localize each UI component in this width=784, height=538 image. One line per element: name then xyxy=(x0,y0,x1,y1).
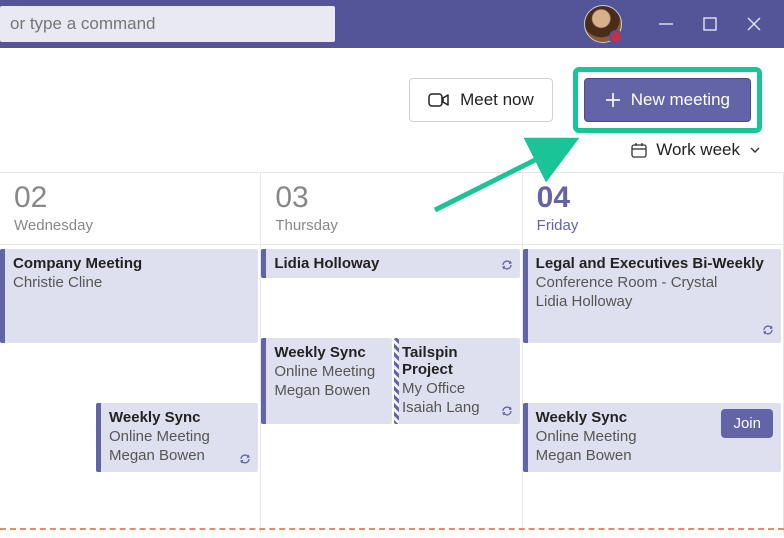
meet-now-label: Meet now xyxy=(460,90,534,110)
event-organizer: Isaiah Lang xyxy=(402,399,512,416)
avatar[interactable] xyxy=(584,5,622,43)
day-name: Wednesday xyxy=(14,217,246,234)
calendar-event[interactable]: Weekly Sync Online Meeting Megan Bowen xyxy=(96,403,258,472)
day-column: 04 Friday Legal and Executives Bi-Weekly Co… xyxy=(523,173,784,533)
plus-icon xyxy=(605,92,621,108)
day-name: Thursday xyxy=(275,217,507,234)
work-week-toggle[interactable]: Work week xyxy=(630,140,762,160)
events-area: Legal and Executives Bi-Weekly Conference… xyxy=(523,245,783,475)
join-button[interactable]: Join xyxy=(721,409,773,438)
events-area: Lidia Holloway Weekly Sync Online Meeting M… xyxy=(261,245,521,427)
event-location: Conference Room - Crystal xyxy=(536,274,773,291)
event-organizer: Lidia Holloway xyxy=(536,293,773,310)
day-header[interactable]: 02 Wednesday xyxy=(0,173,260,245)
recurring-icon xyxy=(500,404,514,418)
event-organizer: Megan Bowen xyxy=(109,447,250,464)
chevron-down-icon xyxy=(748,143,762,157)
presence-busy-icon xyxy=(609,30,623,44)
event-location: My Office xyxy=(402,380,512,397)
work-week-label: Work week xyxy=(656,140,740,160)
calendar-event[interactable]: Legal and Executives Bi-Weekly Conference… xyxy=(523,249,781,343)
day-column: 02 Wednesday Company Meeting Christie Cline… xyxy=(0,173,261,533)
recurring-icon xyxy=(238,452,252,466)
window-maximize-icon[interactable] xyxy=(702,16,718,32)
recurring-icon xyxy=(500,258,514,272)
event-organizer: Megan Bowen xyxy=(274,382,384,399)
calendar-toolbar: Meet now New meeting xyxy=(0,48,784,128)
calendar-event[interactable]: Weekly Sync Online Meeting Megan Bowen xyxy=(261,338,392,424)
events-area: Company Meeting Christie Cline Weekly Sync… xyxy=(0,245,260,475)
calendar-event[interactable]: Weekly SyncOnline MeetingMegan BowenJoin xyxy=(523,403,781,472)
calendar-event[interactable]: Tailspin Project My Office Isaiah Lang xyxy=(394,338,520,424)
day-header[interactable]: 03 Thursday xyxy=(261,173,521,245)
event-location: Online Meeting xyxy=(274,363,384,380)
meet-now-button[interactable]: Meet now xyxy=(409,78,553,122)
event-organizer: Megan Bowen xyxy=(536,447,773,464)
event-title: Weekly Sync xyxy=(274,344,384,361)
event-organizer: Christie Cline xyxy=(13,274,250,291)
window-minimize-icon[interactable] xyxy=(658,16,674,32)
event-title: Lidia Holloway xyxy=(274,255,511,272)
event-title: Company Meeting xyxy=(13,255,250,272)
title-bar xyxy=(0,0,784,48)
new-meeting-button[interactable]: New meeting xyxy=(584,78,751,122)
calendar-icon xyxy=(630,141,648,159)
new-meeting-highlight: New meeting xyxy=(573,67,762,133)
day-number: 02 xyxy=(14,181,246,215)
calendar-event[interactable]: Company Meeting Christie Cline xyxy=(0,249,258,343)
new-meeting-label: New meeting xyxy=(631,90,730,110)
calendar-subtoolbar: Work week xyxy=(0,128,784,172)
day-number: 04 xyxy=(537,181,769,215)
calendar-grid: 02 Wednesday Company Meeting Christie Cline… xyxy=(0,172,784,533)
video-icon xyxy=(428,91,450,109)
event-title: Tailspin Project xyxy=(402,344,512,378)
day-name: Friday xyxy=(537,217,769,234)
event-title: Weekly Sync xyxy=(109,409,250,426)
recurring-icon xyxy=(761,323,775,337)
day-header[interactable]: 04 Friday xyxy=(523,173,783,245)
day-number: 03 xyxy=(275,181,507,215)
current-time-line xyxy=(0,528,784,530)
day-column: 03 Thursday Lidia Holloway Weekly Sync Onlin… xyxy=(261,173,522,533)
search-input[interactable] xyxy=(0,6,335,42)
window-close-icon[interactable] xyxy=(746,16,762,32)
event-title: Legal and Executives Bi-Weekly xyxy=(536,255,773,272)
calendar-event[interactable]: Lidia Holloway xyxy=(261,249,519,278)
event-location: Online Meeting xyxy=(109,428,250,445)
